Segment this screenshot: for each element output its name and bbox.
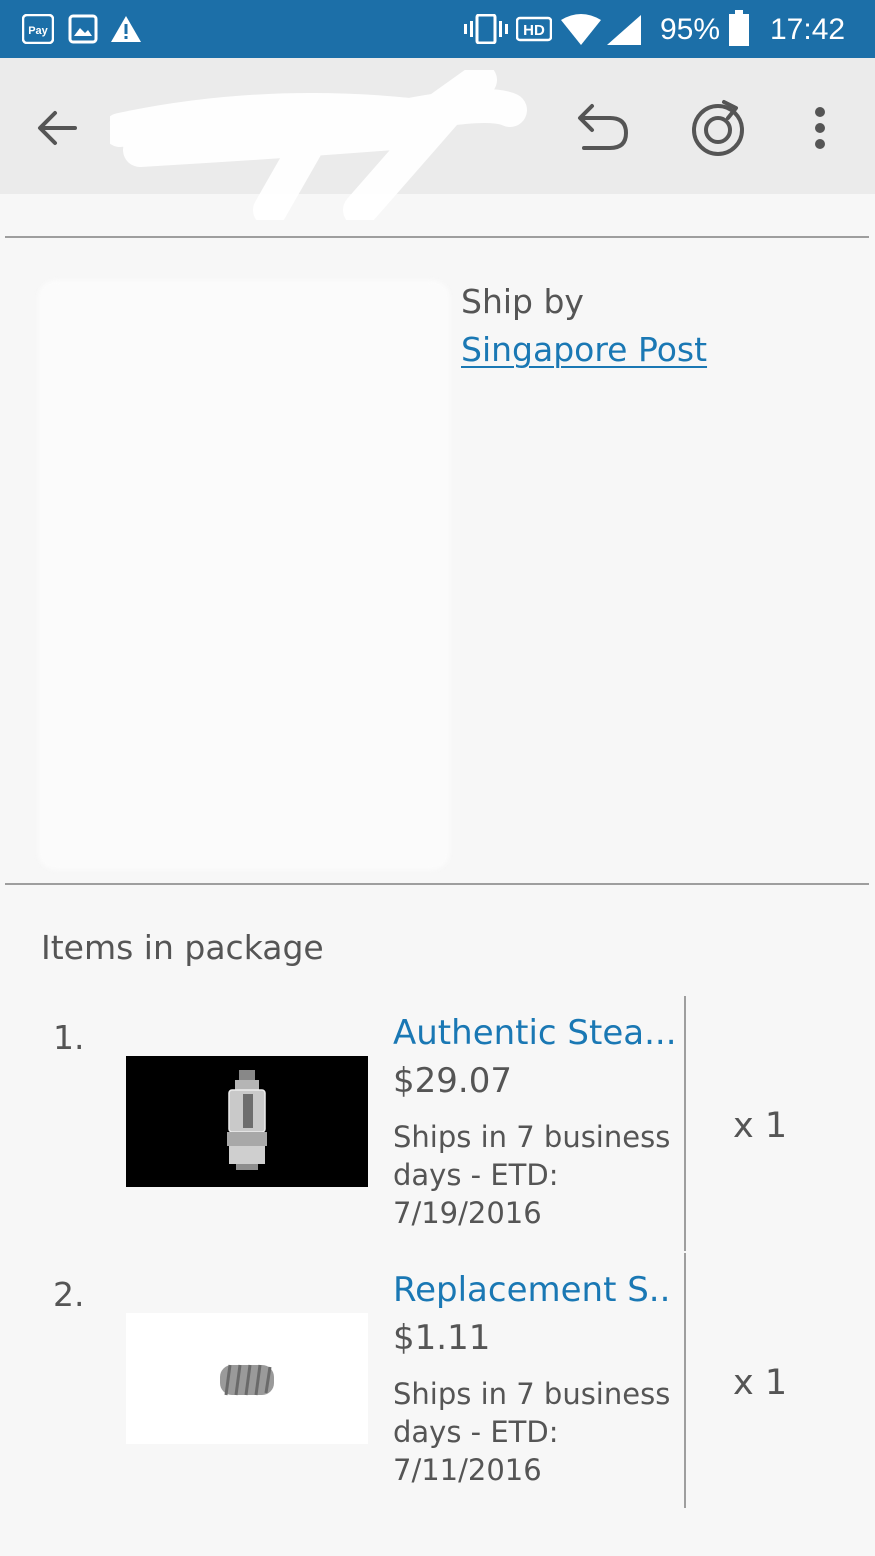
- back-button[interactable]: [22, 93, 92, 163]
- svg-text:Pay: Pay: [28, 25, 48, 37]
- clock: 17:42: [770, 13, 846, 46]
- shipping-line: Ships in 7 business: [393, 1377, 671, 1411]
- package-item: 1. Authentic Stea... $29.07 Ships in 7 b…: [0, 996, 875, 1251]
- atomizer-tank-image: [227, 1070, 267, 1170]
- wifi-icon: [560, 14, 602, 45]
- shipping-line: days - ETD:: [393, 1415, 559, 1449]
- item-number: 1.: [53, 1018, 85, 1057]
- item-price: $29.07: [393, 1061, 512, 1101]
- package-item: 2. Replacement S... $1.11 Ships in 7 bus…: [0, 1253, 875, 1508]
- shipping-date: 7/19/2016: [393, 1196, 542, 1230]
- shipping-line: Ships in 7 business: [393, 1120, 671, 1154]
- pay-icon: Pay: [21, 13, 55, 45]
- toolbar: [0, 58, 875, 194]
- item-name-link[interactable]: Authentic Stea...: [393, 1011, 673, 1055]
- divider-middle: [5, 883, 869, 885]
- warning-icon: [110, 14, 142, 44]
- screw-image: [220, 1364, 274, 1396]
- back-arrow-icon: [38, 111, 77, 145]
- items-section-title: Items in package: [41, 928, 324, 967]
- quantity-divider: [684, 1253, 686, 1508]
- quantity-divider: [684, 996, 686, 1251]
- shipping-date: 7/11/2016: [393, 1453, 542, 1487]
- item-shipping-info: Ships in 7 business days - ETD: 7/11/201…: [393, 1375, 678, 1489]
- product-thumbnail[interactable]: [126, 1313, 368, 1444]
- hd-icon: HD: [515, 14, 553, 44]
- item-shipping-info: Ships in 7 business days - ETD: 7/19/201…: [393, 1118, 678, 1232]
- item-price: $1.11: [393, 1318, 491, 1358]
- shipping-line: days - ETD:: [393, 1158, 559, 1192]
- signal-icon: [606, 14, 642, 45]
- more-vert-icon: [815, 107, 825, 149]
- carrier-link[interactable]: Singapore Post: [461, 328, 707, 372]
- divider-top: [5, 236, 869, 238]
- item-number: 2.: [53, 1275, 85, 1314]
- item-quantity: x 1: [733, 1363, 788, 1403]
- image-icon: [68, 14, 98, 44]
- redacted-address: [38, 280, 450, 870]
- vibrate-icon: [464, 13, 508, 45]
- undo-icon: [578, 104, 629, 150]
- svg-text:HD: HD: [523, 22, 545, 39]
- product-thumbnail[interactable]: [126, 1056, 368, 1187]
- item-quantity: x 1: [733, 1106, 788, 1146]
- item-name-link[interactable]: Replacement S...: [393, 1268, 673, 1312]
- more-options-button[interactable]: [785, 93, 855, 163]
- refresh-icon: [692, 100, 744, 156]
- undo-button[interactable]: [567, 93, 637, 163]
- battery-percent: 95%: [660, 13, 721, 46]
- battery-icon: [728, 10, 750, 46]
- ship-by-label: Ship by: [461, 282, 584, 321]
- status-bar: Pay HD 95% 17:42: [0, 0, 875, 58]
- refresh-button[interactable]: [683, 93, 753, 163]
